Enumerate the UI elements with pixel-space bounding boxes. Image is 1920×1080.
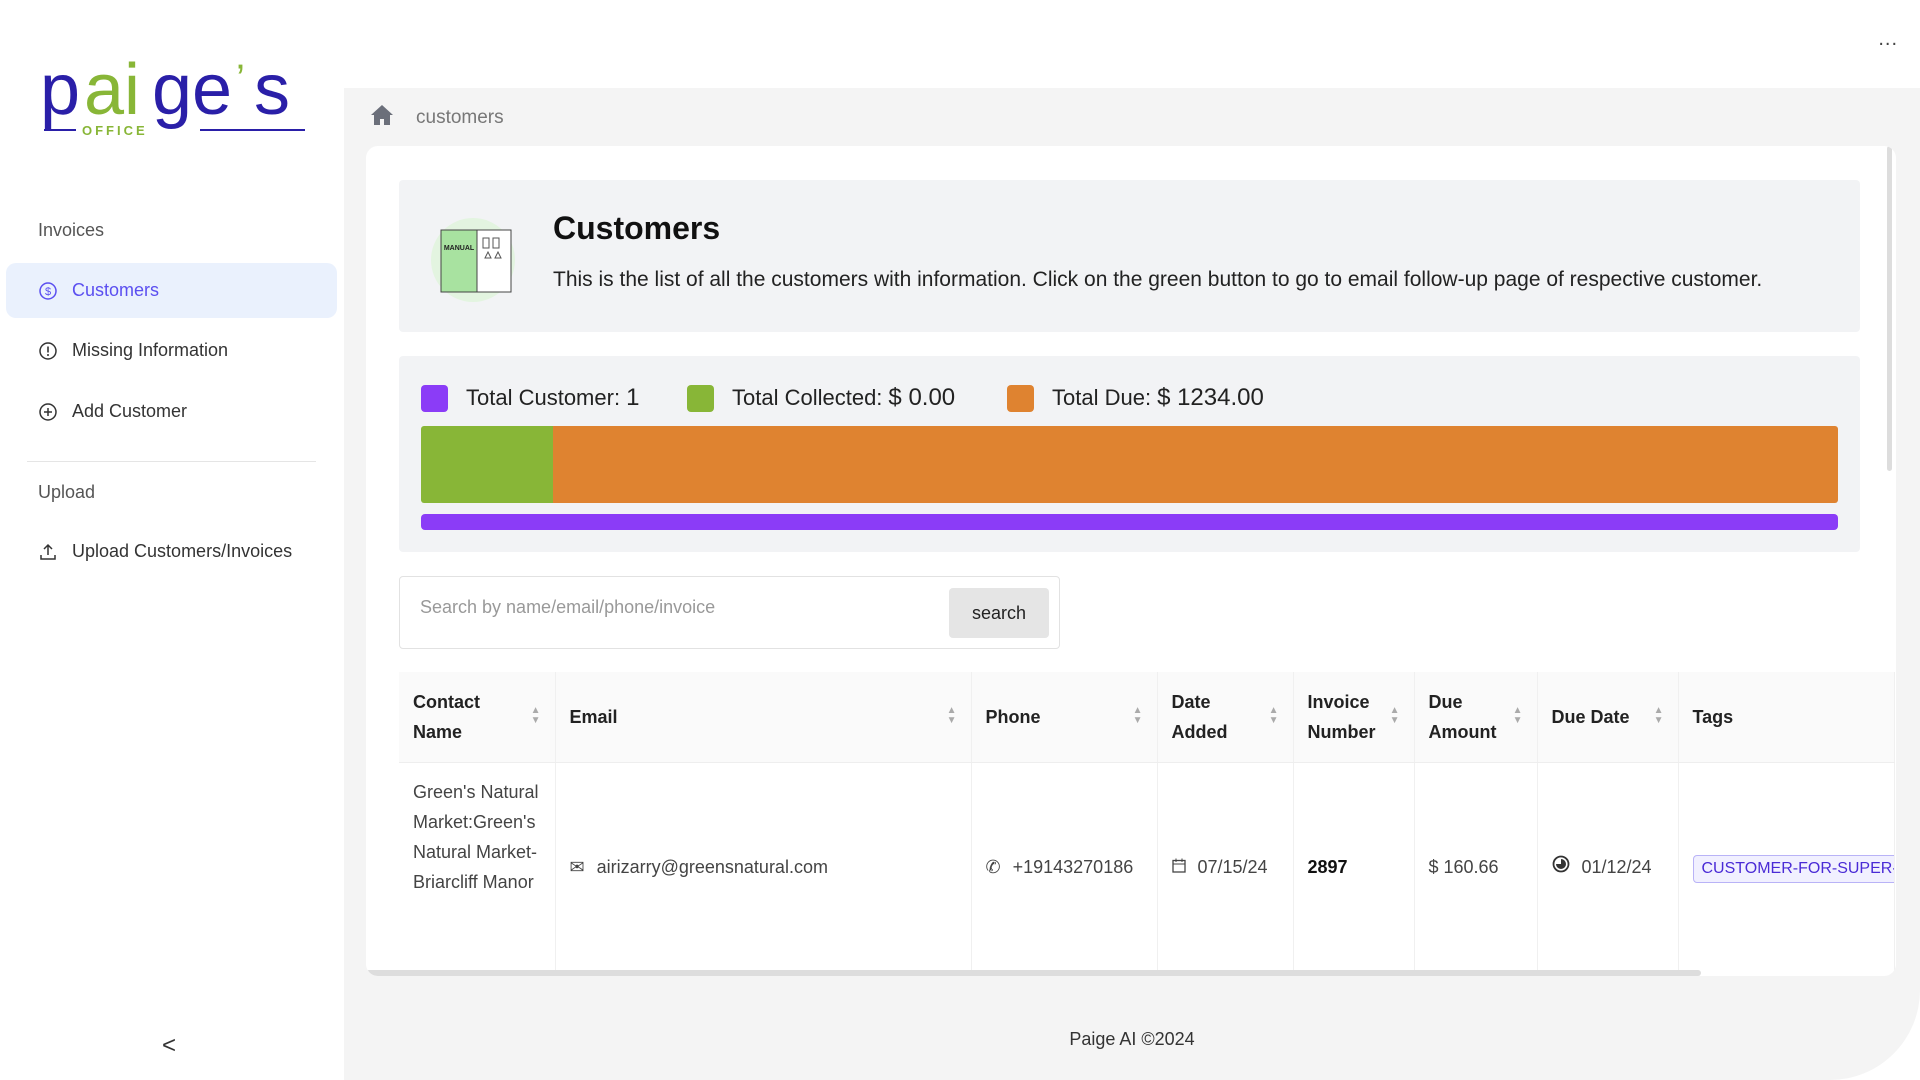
sidebar-item-label: Add Customer bbox=[72, 401, 188, 421]
search-button[interactable]: search bbox=[949, 588, 1049, 638]
svg-text:ge: ge bbox=[152, 52, 232, 130]
stat-total-collected: Total Collected: $ 0.00 bbox=[687, 384, 955, 412]
paiges-office-logo[interactable]: p ai ge ’ s OFFICE bbox=[40, 52, 310, 152]
content-card: MANUAL Customers This is the list of all… bbox=[366, 146, 1896, 976]
due-segment bbox=[552, 426, 1838, 503]
due-color-swatch bbox=[1007, 384, 1034, 412]
cell-contact-name: Green's Natural Market:Green's Natural M… bbox=[399, 762, 556, 972]
customer-color-swatch bbox=[421, 384, 448, 412]
instruction-manual-illustration: MANUAL bbox=[431, 218, 515, 302]
home-icon[interactable] bbox=[370, 104, 394, 132]
column-invoice-number[interactable]: Invoice Number ▲ ▼ bbox=[1293, 672, 1415, 763]
mail-icon: ✉ bbox=[569, 857, 585, 878]
exclamation-circle-icon bbox=[38, 341, 58, 361]
section-invoices: Invoices bbox=[38, 220, 105, 240]
svg-text:p: p bbox=[40, 52, 80, 130]
column-due-amount[interactable]: Due Amount ▲ ▼ bbox=[1414, 672, 1538, 763]
dollar-circle-icon: $ bbox=[38, 281, 58, 301]
tag-badge[interactable]: CUSTOMER-FOR-SUPER-ADMIN bbox=[1692, 854, 1893, 883]
sidebar-item-label: Customers bbox=[72, 280, 160, 300]
sort-icon[interactable]: ▲ ▼ bbox=[1390, 706, 1400, 726]
column-email[interactable]: Email ▲ ▼ bbox=[555, 672, 972, 763]
sort-icon[interactable]: ▲ ▼ bbox=[947, 706, 957, 726]
horizontal-scrollbar[interactable] bbox=[366, 970, 1701, 976]
clock-icon bbox=[1552, 852, 1570, 882]
collected-segment bbox=[421, 426, 553, 503]
sidebar-divider bbox=[27, 461, 316, 462]
stat-value: $ 1234.00 bbox=[1157, 384, 1264, 411]
search-box: search bbox=[399, 576, 1060, 649]
sidebar-item-customers[interactable]: $ Customers bbox=[6, 263, 337, 318]
stat-label: Total Collected: bbox=[732, 385, 883, 410]
section-upload: Upload bbox=[38, 482, 96, 502]
cell-invoice-number: 2897 bbox=[1293, 762, 1415, 972]
sort-icon[interactable]: ▲ ▼ bbox=[1513, 706, 1523, 726]
stat-value: 1 bbox=[626, 384, 640, 411]
table-header-row: Contact Name ▲ ▼ Email ▲ ▼ Phone ▲ ▼ Date Adde… bbox=[399, 672, 1895, 763]
svg-text:$: $ bbox=[45, 286, 51, 298]
collected-color-swatch bbox=[687, 384, 714, 412]
page-header: MANUAL Customers This is the list of all… bbox=[399, 180, 1860, 332]
calendar-icon bbox=[1171, 852, 1186, 882]
breadcrumb: customers bbox=[370, 104, 504, 132]
sort-icon[interactable]: ▲ ▼ bbox=[1654, 706, 1664, 726]
cell-email: ✉ airizarry@greensnatural.com bbox=[555, 762, 972, 972]
footer: Paige AI ©2024 bbox=[1069, 1029, 1195, 1049]
sidebar: p ai ge ’ s OFFICE Invoices $ Customers … bbox=[0, 0, 344, 1080]
page-description: This is the list of all the customers wi… bbox=[553, 268, 1763, 291]
stat-total-due: Total Due: $ 1234.00 bbox=[1007, 384, 1264, 412]
stat-value: $ 0.00 bbox=[888, 384, 956, 411]
column-date-added[interactable]: Date Added ▲ ▼ bbox=[1157, 672, 1294, 763]
breadcrumb-current: customers bbox=[416, 107, 504, 128]
svg-text:ai: ai bbox=[84, 52, 140, 130]
sidebar-item-label: Upload Customers/Invoices bbox=[72, 541, 293, 561]
sidebar-item-upload-customers-invoices[interactable]: Upload Customers/Invoices bbox=[6, 524, 337, 579]
cell-due-amount: $ 160.66 bbox=[1414, 762, 1538, 972]
customers-table: Contact Name ▲ ▼ Email ▲ ▼ Phone ▲ ▼ Date Adde… bbox=[399, 672, 1895, 972]
more-options-button[interactable]: ... bbox=[1878, 28, 1898, 51]
vertical-scrollbar[interactable] bbox=[1887, 146, 1892, 471]
cell-phone: ✆ +19143270186 bbox=[971, 762, 1158, 972]
column-contact-name[interactable]: Contact Name ▲ ▼ bbox=[399, 672, 556, 763]
column-due-date[interactable]: Due Date ▲ ▼ bbox=[1537, 672, 1679, 763]
sidebar-item-label: Missing Information bbox=[72, 340, 229, 360]
stats-panel: Total Customer: 1 Total Collected: $ 0.00 … bbox=[399, 356, 1860, 552]
upload-icon bbox=[38, 542, 58, 562]
sort-icon[interactable]: ▲ ▼ bbox=[1133, 706, 1143, 726]
customer-bar bbox=[421, 514, 1838, 530]
plus-circle-icon bbox=[38, 402, 58, 422]
sidebar-item-add-customer[interactable]: Add Customer bbox=[6, 384, 337, 439]
stat-label: Total Due: bbox=[1052, 385, 1152, 410]
collected-due-bar bbox=[421, 426, 1838, 503]
sidebar-item-missing-information[interactable]: Missing Information bbox=[6, 323, 337, 378]
column-phone[interactable]: Phone ▲ ▼ bbox=[971, 672, 1158, 763]
table-row[interactable]: Green's Natural Market:Green's Natural M… bbox=[399, 762, 1895, 972]
stat-total-customer: Total Customer: 1 bbox=[421, 384, 639, 412]
sort-icon[interactable]: ▲ ▼ bbox=[1269, 706, 1279, 726]
sort-icon[interactable]: ▲ ▼ bbox=[531, 706, 541, 726]
page-title: Customers bbox=[553, 210, 721, 246]
search-input[interactable] bbox=[420, 597, 920, 618]
phone-icon: ✆ bbox=[985, 857, 1001, 878]
cell-tags: CUSTOMER-FOR-SUPER-ADMIN bbox=[1678, 762, 1895, 972]
svg-text:OFFICE: OFFICE bbox=[82, 123, 148, 138]
svg-text:s: s bbox=[254, 52, 290, 130]
column-tags: Tags bbox=[1678, 672, 1895, 763]
svg-text:MANUAL: MANUAL bbox=[444, 245, 475, 252]
svg-text:’: ’ bbox=[236, 57, 245, 101]
cell-date-added: 07/15/24 bbox=[1157, 762, 1294, 972]
stat-label: Total Customer: bbox=[466, 385, 621, 410]
cell-due-date: 01/12/24 bbox=[1537, 762, 1679, 972]
